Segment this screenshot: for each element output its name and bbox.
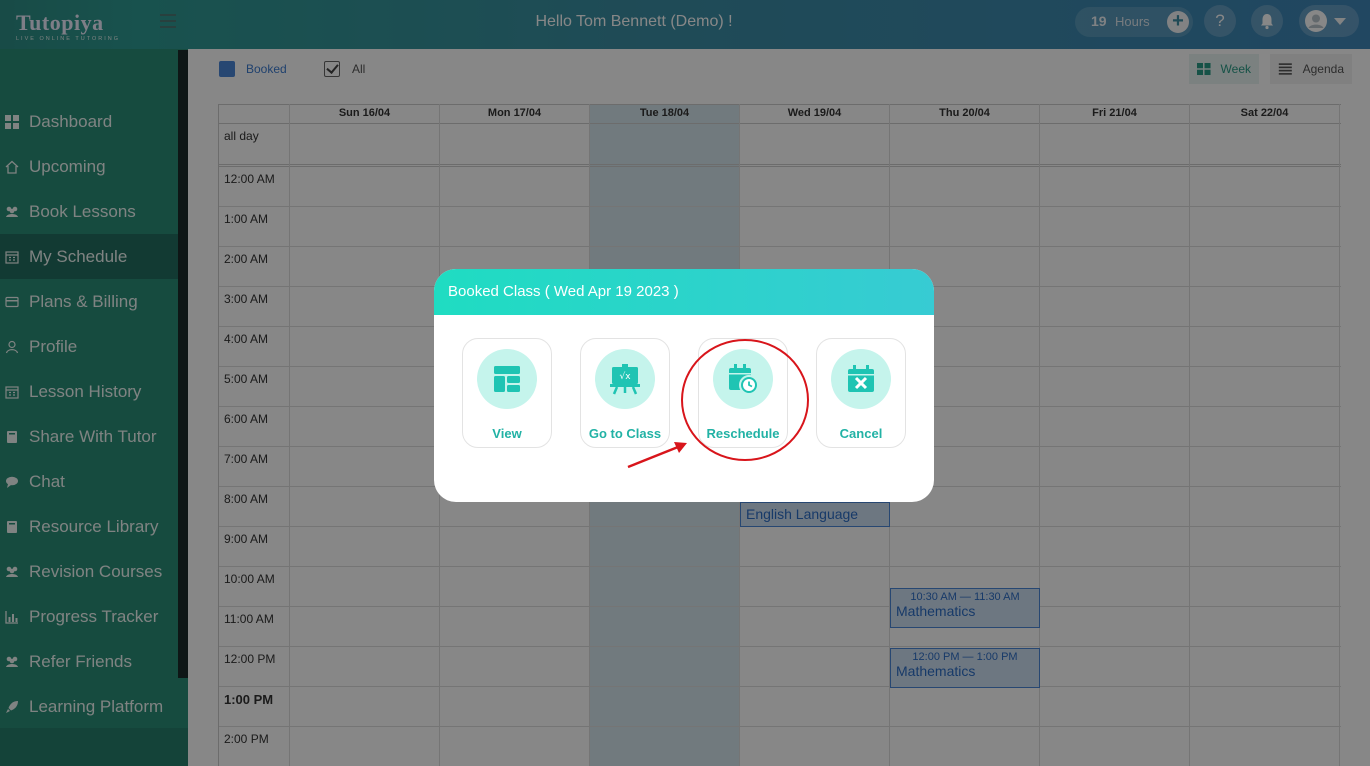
svg-text:√x: √x [619,371,631,382]
go-to-class-icon-circle: √x [595,349,655,409]
modal-title: Booked Class ( Wed Apr 19 2023 ) [434,269,934,315]
whiteboard-icon: √x [610,364,640,395]
go-to-class-button[interactable]: √x Go to Class [580,338,670,448]
cancel-label: Cancel [839,426,883,441]
view-label: View [492,426,522,441]
cancel-icon-circle [831,349,891,409]
dashboard-icon [494,366,520,392]
cancel-button[interactable]: Cancel [816,338,906,448]
view-button[interactable]: View [462,338,552,448]
calendar-x-icon [848,365,874,392]
view-icon-circle [477,349,537,409]
highlight-circle [681,339,809,461]
annotation-arrow [627,442,687,469]
